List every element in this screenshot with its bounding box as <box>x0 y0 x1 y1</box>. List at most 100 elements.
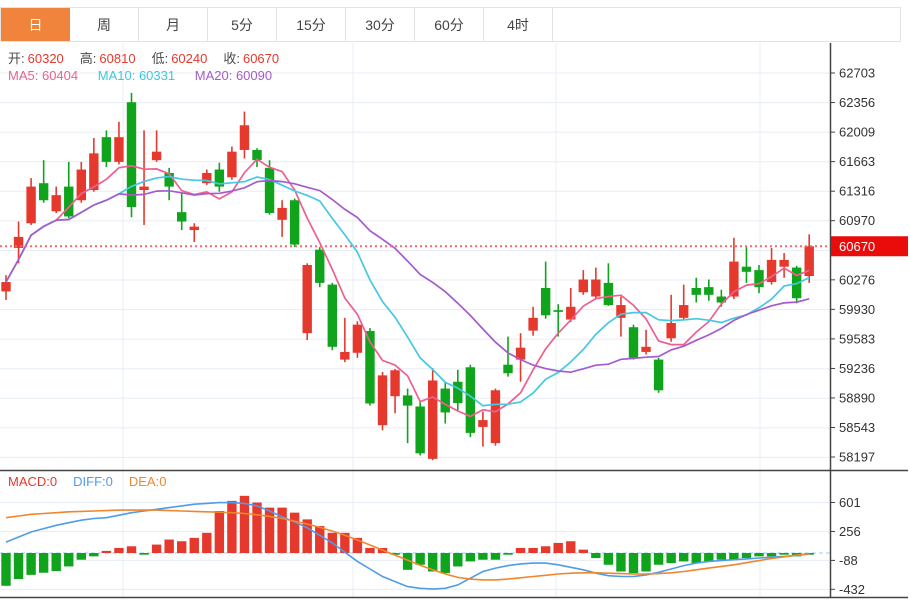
macd-bar <box>540 546 551 553</box>
candle-body <box>227 151 237 178</box>
price-axis-label: 58543 <box>839 420 875 435</box>
macd-axis-label: -432 <box>839 582 865 597</box>
tab-15分[interactable]: 15分 <box>277 8 346 41</box>
macd-value: 0 <box>49 474 58 489</box>
tab-月[interactable]: 月 <box>139 8 208 41</box>
macd-bar <box>553 542 563 553</box>
price-axis-label: 58197 <box>839 450 875 465</box>
macd-bar <box>89 553 99 557</box>
candle-body <box>352 324 363 353</box>
macd-bar <box>189 537 199 553</box>
ma10-label: MA10: <box>97 68 136 83</box>
macd-bar <box>779 553 789 555</box>
low-value: 60240 <box>171 51 208 66</box>
macd-bar <box>503 553 513 555</box>
macd-bar <box>465 553 476 562</box>
candle-body <box>628 327 639 358</box>
macd-bar <box>641 553 651 572</box>
candle-body <box>340 351 350 360</box>
candle-body <box>440 388 450 413</box>
candlestick-chart[interactable]: 62703 62356 62009 61663 61316 60970 60276 59930… <box>0 0 910 603</box>
candle-body <box>139 186 149 191</box>
macd-bar <box>164 539 174 553</box>
tab-日[interactable]: 日 <box>1 8 70 41</box>
candle-body <box>402 395 413 406</box>
macd-bar <box>277 507 287 553</box>
tab-4时[interactable]: 4时 <box>484 8 553 41</box>
candle-body <box>566 306 576 320</box>
macd-axis-label: 256 <box>839 524 861 539</box>
macd-bar <box>315 526 325 553</box>
macd-bar <box>591 553 601 559</box>
candle-body <box>691 288 701 295</box>
candle-body <box>540 288 551 316</box>
macd-bar <box>440 553 450 574</box>
macd-bar <box>691 553 701 564</box>
diff-line <box>5 501 810 590</box>
close-label: 收: <box>223 51 240 66</box>
tab-60分[interactable]: 60分 <box>415 8 484 41</box>
ma5-line <box>5 158 810 418</box>
price-axis-label: 59930 <box>839 302 875 317</box>
candle-body <box>653 359 664 391</box>
macd-bar <box>566 541 576 553</box>
candle-body <box>64 186 74 217</box>
candle-body <box>26 186 36 224</box>
price-axis-label: 60970 <box>839 213 875 228</box>
ohlc-legend: 开: 60320 高: 60810 低: 60240 收: 60670 <box>8 48 295 67</box>
macd-bar <box>478 553 488 560</box>
macd-bar <box>38 553 49 573</box>
macd-label: MACD: <box>8 474 50 489</box>
price-axis-label: 62356 <box>839 95 875 110</box>
macd-bar <box>252 502 262 553</box>
macd-bar <box>653 553 664 565</box>
dea-value: 0 <box>159 474 167 489</box>
macd-bar <box>666 553 676 564</box>
macd-bar <box>114 547 124 553</box>
macd-bar <box>578 549 588 553</box>
candle-body <box>603 282 614 306</box>
tab-30分[interactable]: 30分 <box>346 8 415 41</box>
macd-bar <box>64 553 74 567</box>
macd-legend: MACD:0 DIFF:0 DEA:0 <box>8 474 182 489</box>
macd-bar <box>13 553 24 580</box>
price-axis-label: 59583 <box>839 331 875 346</box>
price-axis-label: 61663 <box>839 154 875 169</box>
macd-bar <box>202 532 212 553</box>
close-value: 60670 <box>242 51 280 66</box>
candle-body <box>591 279 601 297</box>
macd-bar <box>628 553 639 574</box>
candle-body <box>239 125 250 150</box>
candle-body <box>641 346 651 352</box>
ma20-line <box>5 179 810 374</box>
macd-bar <box>214 510 225 553</box>
macd-bar <box>716 553 727 560</box>
macd-bar <box>264 507 275 553</box>
macd-bar <box>679 553 689 562</box>
candle-body <box>415 406 425 454</box>
macd-bar <box>1 553 11 586</box>
open-label: 开: <box>8 51 25 66</box>
macd-bar <box>754 553 764 557</box>
macd-bar <box>528 547 538 553</box>
candle-body <box>114 137 124 162</box>
macd-axis-label: 601 <box>839 495 861 510</box>
macd-bar <box>741 553 752 559</box>
macd-bar <box>490 553 501 560</box>
price-axis-label: 62009 <box>839 125 875 140</box>
price-axis-label: 58890 <box>839 390 875 405</box>
candle-body <box>490 390 501 444</box>
tab-5分[interactable]: 5分 <box>208 8 277 41</box>
ma5-label: MA5: <box>8 68 39 83</box>
high-value: 60810 <box>99 51 136 66</box>
ma10-value: 60331 <box>138 68 176 83</box>
candle-body <box>101 137 112 162</box>
ma5-value: 60404 <box>41 68 79 83</box>
macd-bar <box>126 546 137 553</box>
candle-body <box>189 226 199 231</box>
macd-bar <box>177 541 187 553</box>
candle-body <box>51 195 61 212</box>
macd-bar <box>616 553 626 572</box>
tab-周[interactable]: 周 <box>70 8 139 41</box>
candle-body <box>679 305 689 318</box>
